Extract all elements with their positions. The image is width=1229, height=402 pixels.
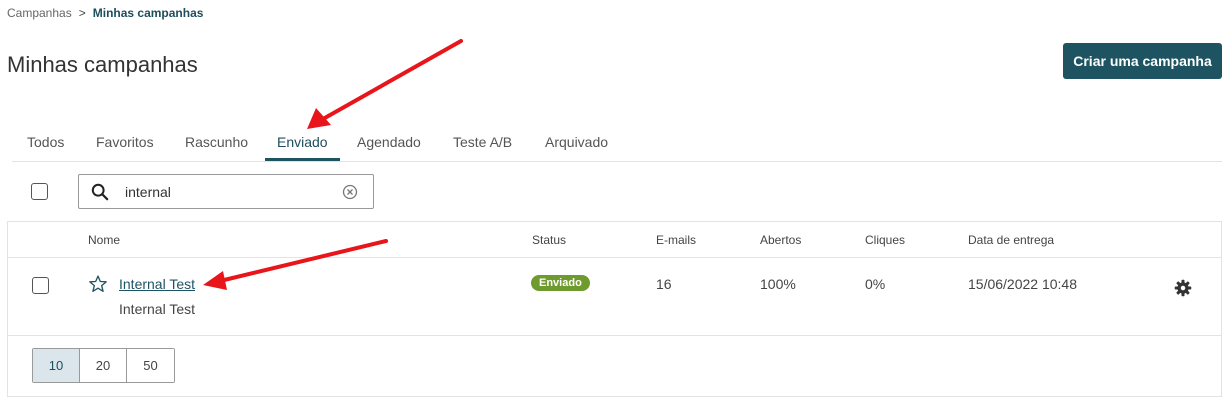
page-size-10-button[interactable]: 10 — [33, 349, 80, 382]
clear-circle-icon[interactable] — [342, 184, 358, 200]
page-size-50-button[interactable]: 50 — [127, 349, 174, 382]
clicks-value: 0% — [865, 276, 886, 292]
breadcrumb-current: Minhas campanhas — [92, 6, 204, 20]
breadcrumb-campaigns-link[interactable]: Campanhas — [7, 6, 72, 20]
tab-agendado[interactable]: Agendado — [357, 134, 421, 150]
tab-todos[interactable]: Todos — [27, 134, 64, 150]
column-header-clicks[interactable]: Cliques — [865, 233, 905, 247]
campaign-name-link[interactable]: Internal Test — [119, 276, 195, 292]
gear-icon[interactable] — [1174, 279, 1192, 297]
search-input[interactable]: internal — [78, 174, 374, 209]
search-icon — [91, 183, 109, 201]
emails-value: 16 — [656, 276, 672, 292]
star-icon[interactable] — [88, 274, 108, 294]
campaigns-table: Nome Status E-mails Abertos Cliques Data… — [7, 221, 1222, 397]
opens-value: 100% — [760, 276, 796, 292]
column-header-emails[interactable]: E-mails — [656, 233, 696, 247]
tab-favoritos[interactable]: Favoritos — [96, 134, 154, 150]
breadcrumb-separator: > — [78, 6, 86, 20]
header-divider — [8, 257, 1221, 258]
tab-teste-ab[interactable]: Teste A/B — [453, 134, 512, 150]
campaign-subtitle: Internal Test — [119, 301, 196, 317]
tab-arquivado[interactable]: Arquivado — [545, 134, 608, 150]
column-header-name[interactable]: Nome — [88, 233, 120, 247]
column-header-status[interactable]: Status — [532, 233, 566, 247]
column-header-opens[interactable]: Abertos — [760, 233, 801, 247]
page-size-selector: 10 20 50 — [32, 348, 175, 383]
select-all-checkbox[interactable] — [31, 183, 48, 200]
create-campaign-button[interactable]: Criar uma campanha — [1063, 43, 1222, 79]
row-checkbox[interactable] — [32, 277, 49, 294]
tab-enviado[interactable]: Enviado — [277, 134, 328, 150]
column-header-delivery-date[interactable]: Data de entrega — [968, 233, 1054, 247]
annotation-arrow-tab — [307, 39, 463, 129]
delivery-date-value: 15/06/2022 10:48 — [968, 276, 1077, 292]
tab-rascunho[interactable]: Rascunho — [185, 134, 248, 150]
page-size-20-button[interactable]: 20 — [80, 349, 127, 382]
active-tab-indicator — [265, 158, 340, 161]
status-badge: Enviado — [531, 275, 590, 291]
page-title: Minhas campanhas — [7, 52, 198, 77]
campaign-tabs: Todos Favoritos Rascunho Enviado Agendad… — [12, 125, 1222, 162]
search-value: internal — [125, 184, 171, 200]
row-divider — [8, 335, 1221, 336]
breadcrumb: Campanhas > Minhas campanhas — [7, 6, 203, 20]
